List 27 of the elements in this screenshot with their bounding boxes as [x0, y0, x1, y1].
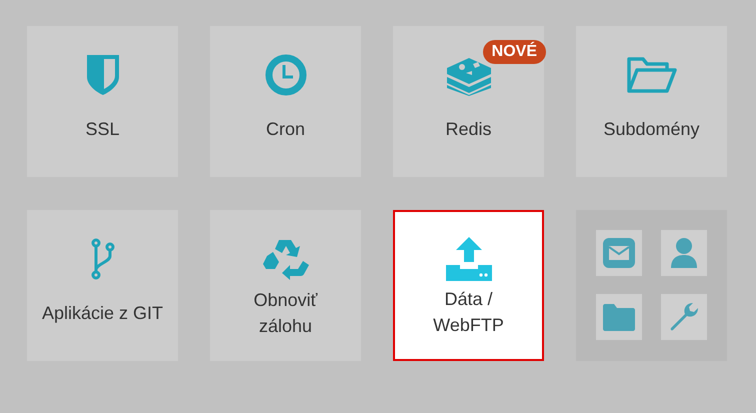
- upload-icon: [444, 237, 492, 281]
- folder-icon: [626, 55, 678, 95]
- app-tile[interactable]: Redis NOVÉ: [393, 26, 544, 177]
- app-tile[interactable]: Dáta / WebFTP: [393, 210, 544, 361]
- tile-label: Obnoviť zálohu: [254, 288, 318, 338]
- app-tile[interactable]: Subdomény: [576, 26, 727, 177]
- app-tile[interactable]: Aplikácie z GIT: [27, 210, 178, 361]
- shield-icon: [86, 55, 120, 95]
- tile-label: Redis: [445, 118, 492, 140]
- tile-label: SSL: [85, 118, 120, 140]
- app-tile[interactable]: Obnoviť zálohu: [210, 210, 361, 361]
- new-badge: NOVÉ: [482, 40, 546, 64]
- clock-icon: [264, 54, 306, 96]
- folder-icon: [602, 303, 636, 331]
- app-tile[interactable]: Cron: [210, 26, 361, 177]
- shortcut-button[interactable]: [596, 294, 642, 340]
- user-icon: [670, 237, 698, 269]
- tile-label: Subdomény: [603, 118, 700, 141]
- envelope-icon: [602, 237, 636, 269]
- shortcut-button[interactable]: [661, 294, 707, 340]
- shortcut-button[interactable]: [596, 230, 642, 276]
- tile-label: Dáta / WebFTP: [433, 288, 504, 336]
- app-tile[interactable]: SSL: [27, 26, 178, 177]
- shortcut-button[interactable]: [661, 230, 707, 276]
- branch-icon: [90, 238, 114, 280]
- tile-label: Cron: [266, 118, 305, 140]
- tile-label: Aplikácie z GIT: [42, 302, 164, 325]
